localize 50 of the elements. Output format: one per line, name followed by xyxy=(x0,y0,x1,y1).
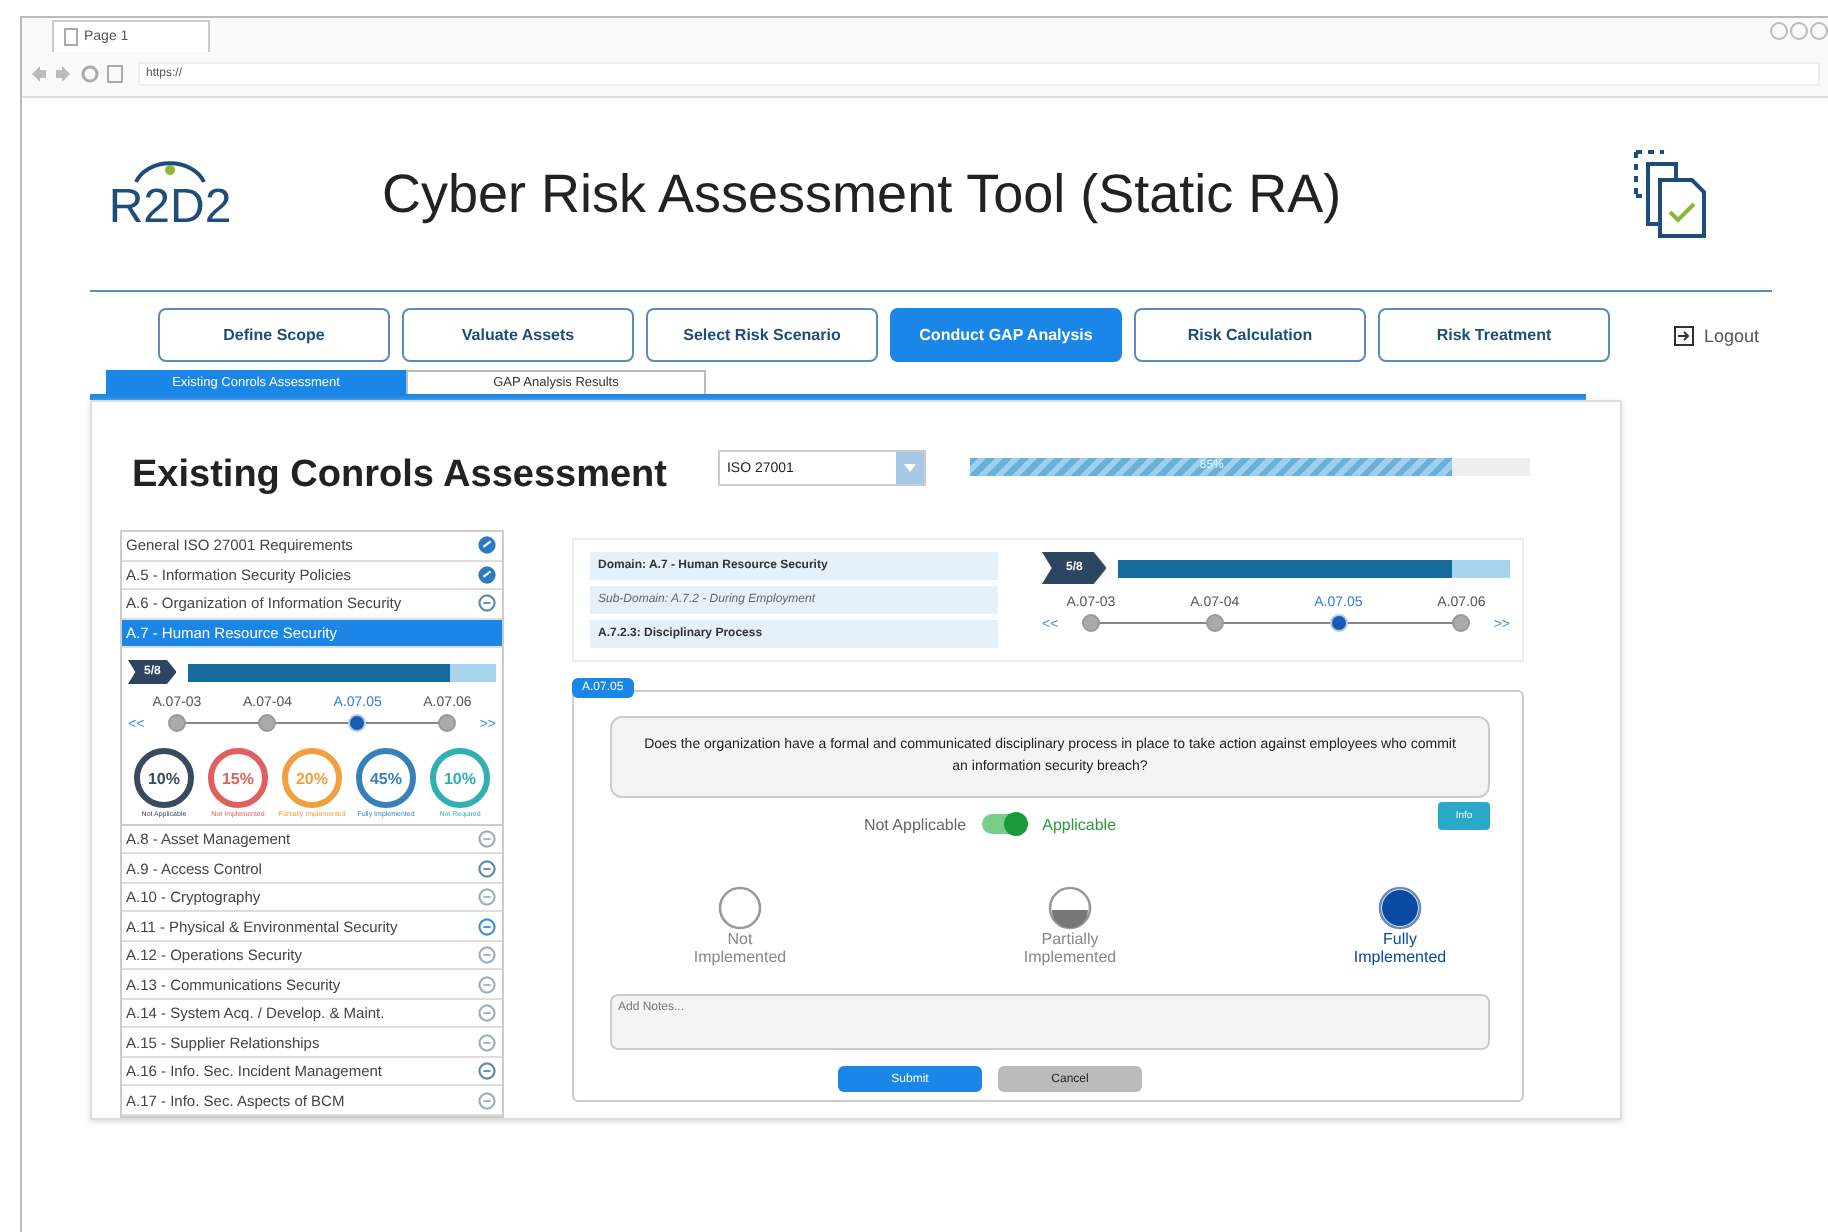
step-dot[interactable] xyxy=(1452,614,1471,632)
percentage-ring: 45% xyxy=(356,748,416,808)
option-label: Fully Implemented xyxy=(1351,930,1449,966)
status-icon xyxy=(478,888,496,907)
status-icon xyxy=(478,594,496,613)
status-icon xyxy=(478,1062,496,1081)
toggle-label: Applicable xyxy=(1042,815,1117,833)
status-icon xyxy=(478,975,496,994)
step-dot[interactable] xyxy=(258,714,277,732)
step-dot[interactable] xyxy=(167,714,186,732)
logout-button[interactable]: Logout xyxy=(1662,323,1772,347)
step-tab[interactable]: Conduct GAP Analysis xyxy=(890,308,1122,362)
step-tab[interactable]: Select Risk Scenario xyxy=(646,308,878,362)
step-dot[interactable] xyxy=(1081,614,1100,632)
step-dot[interactable] xyxy=(1205,614,1224,632)
option-label: Not Implemented xyxy=(691,930,789,966)
status-icon xyxy=(478,1033,496,1052)
percentage-ring: 20% xyxy=(282,748,342,808)
step-tab[interactable]: Define Scope xyxy=(158,308,390,362)
percentage-ring: 10% xyxy=(134,748,194,808)
status-icon xyxy=(478,917,496,936)
status-icon xyxy=(478,1004,496,1023)
window-controls-icon xyxy=(1770,22,1828,40)
percentage-ring: 15% xyxy=(208,748,268,808)
radio-button[interactable] xyxy=(1378,886,1422,930)
app-title: Cyber Risk Assessment Tool (Static RA) xyxy=(382,163,1344,225)
applicability-toggle[interactable] xyxy=(982,814,1027,834)
step-tab[interactable]: Risk Calculation xyxy=(1134,308,1366,362)
step-tab[interactable]: Risk Treatment xyxy=(1378,308,1610,362)
radio-button[interactable] xyxy=(718,886,762,930)
step-dot[interactable] xyxy=(348,714,367,732)
step-dot[interactable] xyxy=(438,714,457,732)
status-icon xyxy=(478,565,496,584)
caret-icon xyxy=(904,464,917,472)
status-icon xyxy=(478,536,496,555)
percentage-ring: 10% xyxy=(430,748,490,808)
step-dot[interactable] xyxy=(1329,614,1348,632)
step-tab[interactable]: Valuate Assets xyxy=(402,308,634,362)
navigation-icon[interactable] xyxy=(30,64,126,84)
option-label: Partially Implemented xyxy=(1021,930,1119,966)
page-heading: Existing Conrols Assessment xyxy=(132,454,667,498)
radio-button[interactable] xyxy=(1048,886,1092,930)
status-icon xyxy=(478,946,496,965)
document-check-icon xyxy=(1632,148,1712,240)
status-icon xyxy=(478,1091,496,1110)
status-icon xyxy=(478,859,496,878)
logout-icon xyxy=(1674,325,1694,345)
logo: R2D2 xyxy=(108,180,232,236)
status-icon xyxy=(478,830,496,849)
toggle-label: Not Applicable xyxy=(863,815,967,833)
